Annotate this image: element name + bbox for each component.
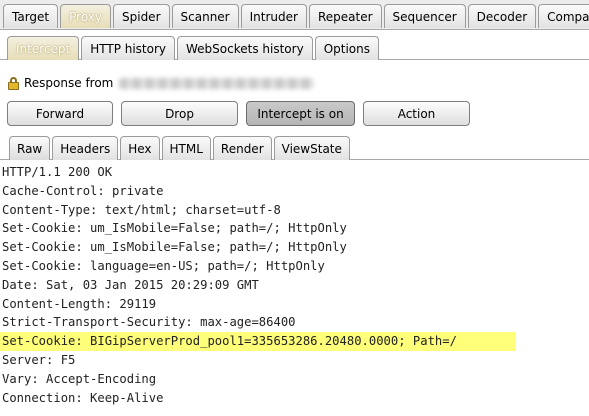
tab-target[interactable]: Target bbox=[3, 4, 59, 28]
tab-proxy[interactable]: Proxy bbox=[60, 4, 111, 28]
response-line: Server: F5 bbox=[2, 352, 76, 367]
tab-intercept[interactable]: Intercept bbox=[7, 36, 80, 60]
response-line: Set-Cookie: language=en-US; path=/; Http… bbox=[2, 258, 325, 273]
lock-icon bbox=[8, 76, 19, 90]
tab-websockets-history[interactable]: WebSockets history bbox=[177, 36, 313, 60]
response-from-label: Response from bbox=[24, 76, 114, 90]
tab-raw[interactable]: Raw bbox=[9, 136, 51, 160]
tab-spider[interactable]: Spider bbox=[113, 4, 170, 28]
tab-repeater[interactable]: Repeater bbox=[308, 4, 382, 28]
response-line: Content-Type: text/html; charset=utf-8 bbox=[2, 202, 281, 217]
response-line: Date: Sat, 03 Jan 2015 20:29:09 GMT bbox=[2, 277, 259, 292]
tab-render[interactable]: Render bbox=[212, 136, 272, 160]
tab-options[interactable]: Options bbox=[314, 36, 379, 60]
raw-response-editor[interactable]: HTTP/1.1 200 OK Cache-Control: private C… bbox=[0, 163, 589, 407]
tab-intruder[interactable]: Intruder bbox=[240, 4, 307, 28]
response-source-line: Response from bbox=[8, 74, 315, 92]
tab-html[interactable]: HTML bbox=[161, 136, 211, 160]
tab-http-history[interactable]: HTTP history bbox=[81, 36, 176, 60]
main-tab-bar: Target Proxy Spider Scanner Intruder Rep… bbox=[0, 0, 589, 30]
redacted-url bbox=[119, 77, 315, 89]
forward-button[interactable]: Forward bbox=[7, 101, 113, 126]
intercept-toggle-button[interactable]: Intercept is on bbox=[246, 101, 355, 126]
response-line: Vary: Accept-Encoding bbox=[2, 371, 157, 386]
drop-button[interactable]: Drop bbox=[121, 101, 238, 126]
response-line: Set-Cookie: um_IsMobile=False; path=/; H… bbox=[2, 240, 347, 255]
tab-headers[interactable]: Headers bbox=[52, 136, 119, 160]
tab-decoder[interactable]: Decoder bbox=[467, 4, 537, 28]
response-line: Set-Cookie: um_IsMobile=False; path=/; H… bbox=[2, 221, 347, 236]
tab-hex[interactable]: Hex bbox=[120, 136, 160, 160]
response-line: Content-Length: 29119 bbox=[2, 296, 157, 311]
message-view-tab-bar: Raw Headers Hex HTML Render ViewState bbox=[0, 136, 589, 160]
tab-comparer[interactable]: Comparer bbox=[538, 4, 589, 28]
response-line: HTTP/1.1 200 OK bbox=[2, 165, 113, 179]
intercept-toolbar: Forward Drop Intercept is on Action bbox=[7, 101, 478, 126]
response-line: Connection: Keep-Alive bbox=[2, 390, 164, 405]
action-button[interactable]: Action bbox=[363, 101, 470, 126]
proxy-sub-tab-bar: Intercept HTTP history WebSockets histor… bbox=[0, 34, 589, 60]
response-line: Strict-Transport-Security: max-age=86400 bbox=[2, 315, 296, 330]
tab-viewstate[interactable]: ViewState bbox=[273, 136, 350, 160]
response-line: Cache-Control: private bbox=[2, 183, 164, 198]
response-line-highlighted: Set-Cookie: BIGipServerProd_pool1=335653… bbox=[0, 332, 516, 351]
tab-sequencer[interactable]: Sequencer bbox=[383, 4, 466, 28]
tab-scanner[interactable]: Scanner bbox=[171, 4, 239, 28]
